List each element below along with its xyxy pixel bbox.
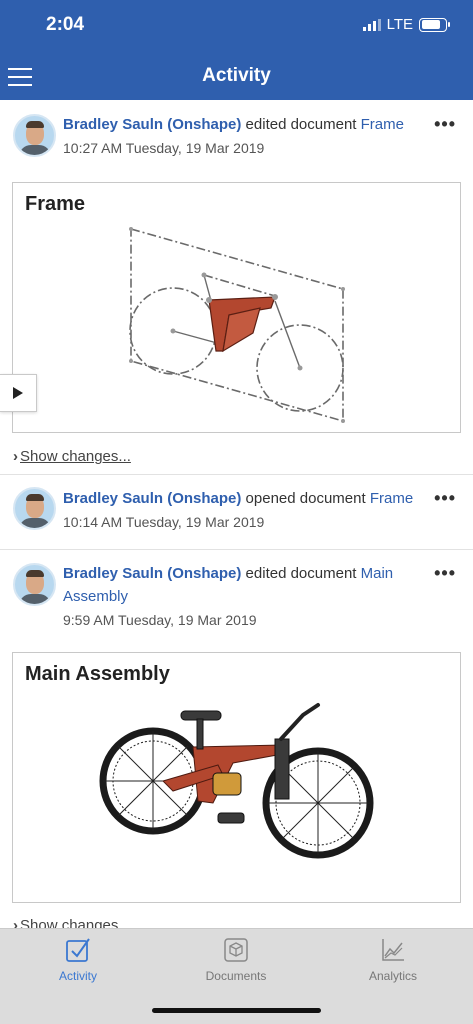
activity-item: Bradley Sauln (Onshape) edited document … — [0, 549, 473, 928]
frame-sketch-image — [129, 227, 345, 423]
page-title: Activity — [202, 65, 271, 86]
status-bar: 2:04 LTE — [0, 0, 473, 52]
home-indicator — [152, 1008, 321, 1013]
play-icon — [13, 387, 23, 399]
chevron-right-icon: › — [13, 917, 18, 928]
battery-icon — [419, 17, 450, 32]
activity-feed[interactable]: Bradley Sauln (Onshape) edited document … — [0, 100, 473, 928]
play-button[interactable] — [0, 374, 37, 412]
chevron-right-icon: › — [13, 448, 18, 465]
activity-item: Bradley Sauln (Onshape) opened document … — [0, 474, 473, 549]
network-label: LTE — [386, 16, 413, 33]
show-changes-link[interactable]: › Show changes... — [13, 448, 131, 465]
tab-label: Activity — [58, 969, 97, 983]
documents-cube-icon — [224, 938, 248, 962]
user-link[interactable]: Bradley Sauln (Onshape) — [63, 490, 241, 507]
document-thumbnail-card[interactable]: Frame — [12, 182, 461, 433]
analytics-chart-icon — [382, 939, 404, 961]
show-changes-link[interactable]: › Show changes... — [13, 917, 131, 928]
bike-assembly-image — [99, 703, 374, 859]
more-options-icon[interactable]: ••• — [434, 114, 456, 135]
timestamp: 10:14 AM Tuesday, 19 Mar 2019 — [63, 514, 265, 530]
app-header: Activity — [0, 52, 473, 100]
avatar — [13, 114, 56, 157]
action-text: opened document — [245, 490, 366, 507]
status-time: 2:04 — [46, 14, 85, 35]
document-thumbnail-card[interactable]: Main Assembly — [12, 652, 461, 903]
user-link[interactable]: Bradley Sauln (Onshape) — [63, 116, 241, 133]
avatar — [13, 563, 56, 606]
tab-analytics[interactable]: Analytics — [323, 937, 463, 983]
tab-activity[interactable]: Activity — [8, 937, 148, 983]
action-text: edited document — [245, 116, 357, 133]
document-link[interactable]: Frame — [361, 116, 404, 133]
more-options-icon[interactable]: ••• — [434, 488, 456, 509]
action-text: edited document — [245, 565, 357, 582]
user-link[interactable]: Bradley Sauln (Onshape) — [63, 565, 241, 582]
timestamp: 10:27 AM Tuesday, 19 Mar 2019 — [63, 140, 265, 156]
status-indicators: LTE — [362, 16, 450, 33]
tab-documents[interactable]: Documents — [166, 937, 306, 983]
signal-icon — [362, 18, 381, 31]
tab-label: Analytics — [368, 969, 418, 983]
activity-check-icon — [66, 938, 90, 962]
more-options-icon[interactable]: ••• — [434, 563, 456, 584]
tab-label: Documents — [205, 969, 267, 983]
avatar — [13, 487, 56, 530]
document-link[interactable]: Frame — [370, 490, 413, 507]
timestamp: 9:59 AM Tuesday, 19 Mar 2019 — [63, 612, 257, 628]
activity-item: Bradley Sauln (Onshape) edited document … — [0, 100, 473, 474]
